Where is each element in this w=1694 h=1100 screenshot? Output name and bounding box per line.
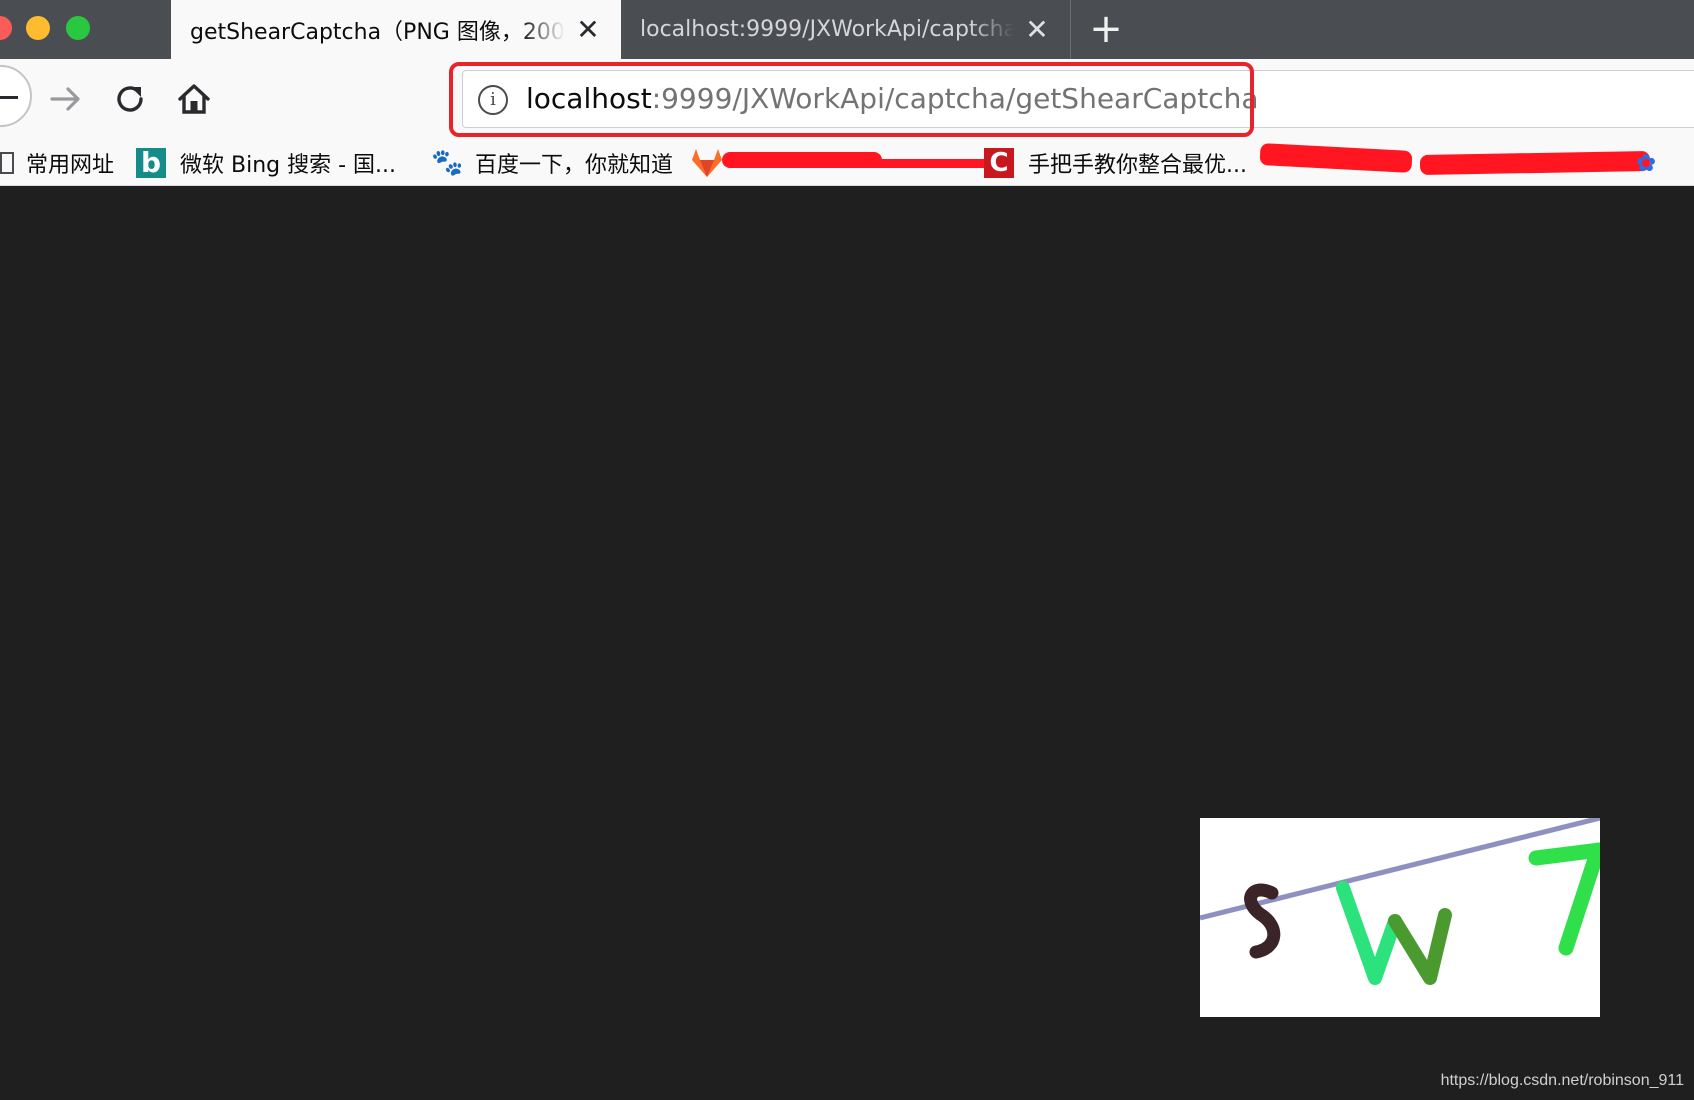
back-button[interactable] — [0, 65, 32, 127]
captcha-char-7 — [1528, 842, 1600, 956]
bookmark-baidu[interactable]: 🐾 百度一下，你就知道 — [431, 141, 673, 185]
bookmark-label: 百度一下，你就知道 — [475, 153, 674, 178]
tab-title: localhost:9999/JXWorkApi/captcha/getShea… — [640, 17, 1014, 42]
window-zoom-button[interactable] — [66, 16, 90, 40]
bing-icon: b — [136, 148, 166, 178]
captcha-char-w-left — [1336, 881, 1402, 985]
url-highlight-annotation — [449, 62, 1254, 137]
bookmark-extra[interactable]: ✿ — [1636, 141, 1680, 185]
gitlab-icon — [690, 148, 722, 178]
home-icon[interactable] — [174, 79, 214, 119]
tab-close-icon[interactable]: ✕ — [573, 15, 603, 45]
bookmark-label: 常用网址 — [26, 153, 115, 178]
window-close-button[interactable] — [0, 16, 12, 40]
redaction-mark — [1259, 143, 1413, 173]
bookmarks-bar: 常用网址 b 微软 Bing 搜索 - 国... 🐾 百度一下，你就知道 C 手… — [0, 141, 1694, 186]
redaction-mark — [1419, 150, 1651, 176]
bookmark-csdn[interactable]: C 手把手教你整合最优... — [984, 141, 1247, 185]
tab-title: getShearCaptcha（PNG 图像，200×100 像素） — [190, 19, 565, 45]
new-tab-button[interactable]: + — [1086, 9, 1126, 50]
captcha-noise-line — [1200, 818, 1600, 921]
tab-strip: getShearCaptcha（PNG 图像，200×100 像素） ✕ loc… — [0, 0, 1694, 59]
baidu-paw-icon: 🐾 — [431, 148, 464, 178]
bookmark-bing[interactable]: b 微软 Bing 搜索 - 国... — [136, 141, 396, 185]
forward-icon[interactable] — [46, 79, 86, 119]
bookmark-folder[interactable]: 常用网址 — [0, 141, 114, 185]
tab-active[interactable]: getShearCaptcha（PNG 图像，200×100 像素） ✕ — [171, 0, 621, 59]
window-minimize-button[interactable] — [26, 16, 50, 40]
bookmark-star-icon: ✿ — [1636, 149, 1657, 177]
captcha-graphic — [1200, 818, 1600, 985]
csdn-icon: C — [984, 148, 1014, 178]
captcha-char-w-right — [1388, 908, 1452, 985]
tab-close-icon[interactable]: ✕ — [1022, 15, 1052, 45]
captcha-image — [1200, 818, 1600, 1017]
bookmark-label: 手把手教你整合最优... — [1028, 153, 1247, 178]
folder-icon — [0, 152, 14, 174]
watermark-url: https://blog.csdn.net/robinson_911 — [1440, 1072, 1684, 1089]
redaction-mark — [840, 159, 990, 168]
bookmark-label: 微软 Bing 搜索 - 国... — [180, 153, 397, 178]
reload-icon[interactable] — [111, 79, 151, 119]
tab-inactive[interactable]: localhost:9999/JXWorkApi/captcha/getShea… — [621, 0, 1071, 59]
